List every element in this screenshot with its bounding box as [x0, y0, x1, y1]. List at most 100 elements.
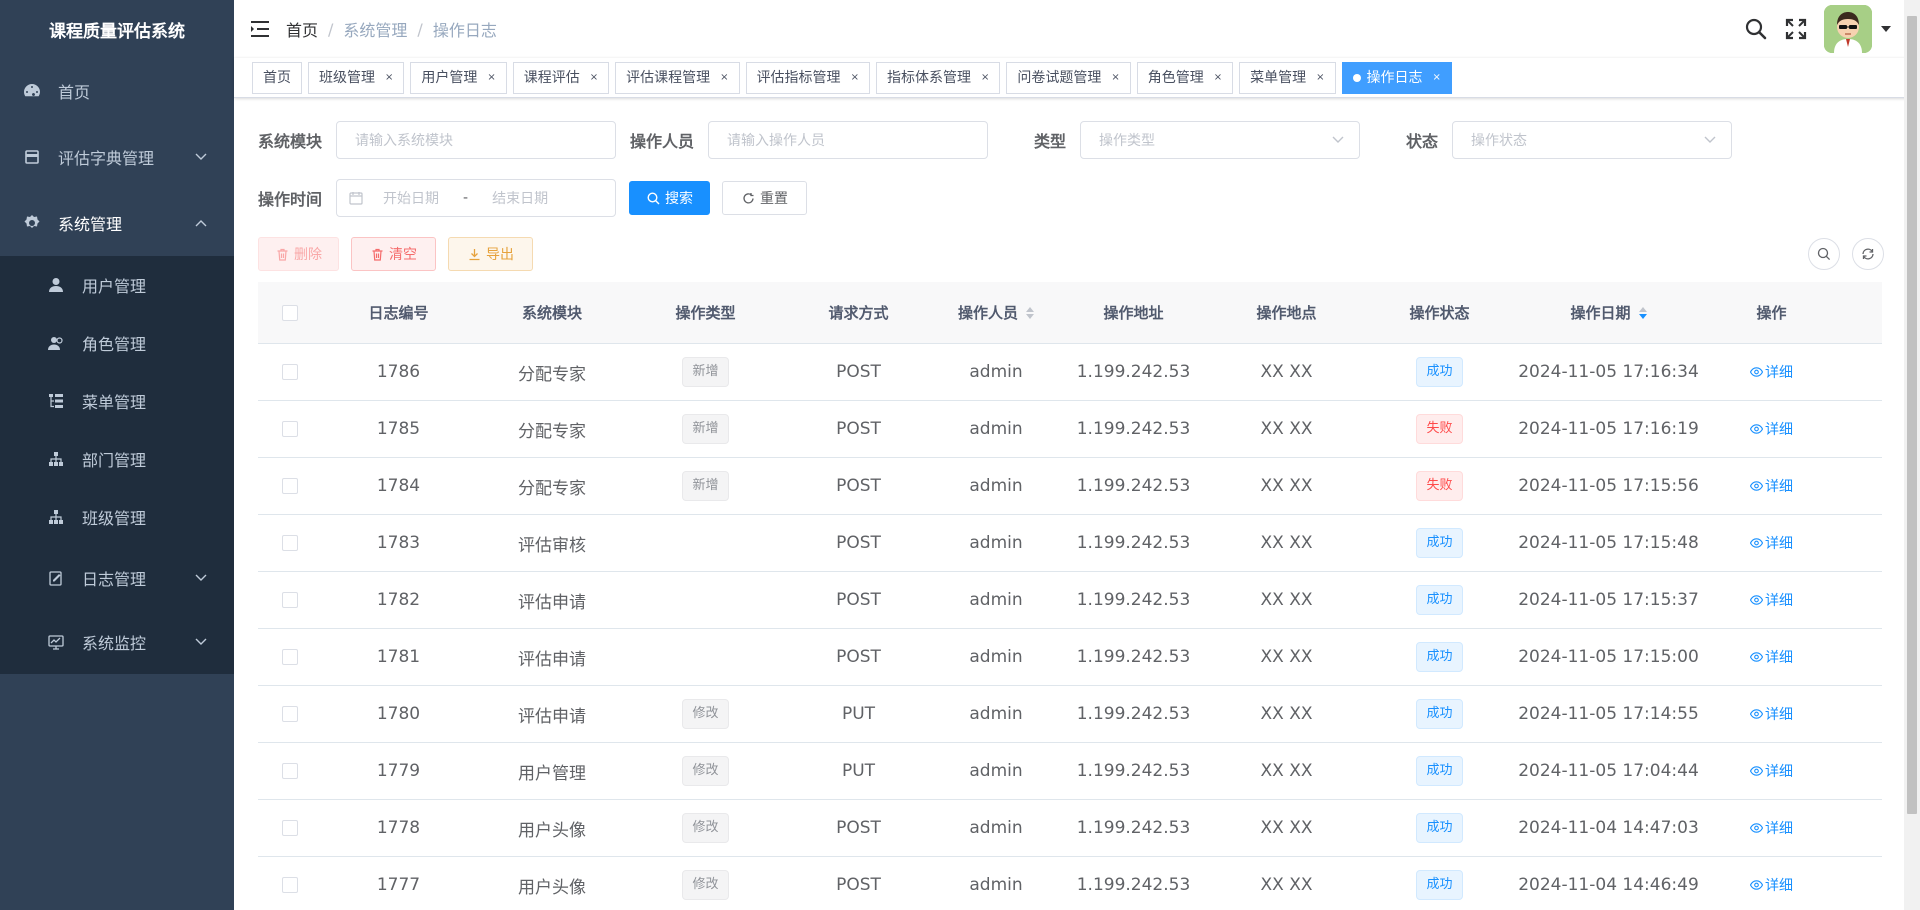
- sidebar-item-menus[interactable]: 菜单管理: [0, 372, 234, 430]
- sort-icon[interactable]: [1638, 306, 1647, 319]
- close-icon[interactable]: ×: [487, 63, 495, 93]
- table-row[interactable]: 1784 分配专家 新增 POST admin 1.199.242.53 XX XX 失败 20…: [258, 458, 1882, 515]
- detail-button[interactable]: 详细: [1750, 761, 1793, 781]
- close-icon[interactable]: ×: [1433, 63, 1441, 93]
- sidebar-item-logs[interactable]: 日志管理: [0, 546, 234, 610]
- tag-evaluation-course-management[interactable]: 评估课程管理 ×: [615, 61, 740, 94]
- table-row[interactable]: 1781 评估申请 POST admin 1.199.242.53 XX XX 成功 2024…: [258, 629, 1882, 686]
- tag-user-management[interactable]: 用户管理 ×: [410, 61, 507, 94]
- delete-button[interactable]: 删除: [258, 237, 339, 271]
- avatar[interactable]: [1824, 5, 1872, 53]
- row-checkbox[interactable]: [282, 649, 298, 665]
- sidebar-item-classes[interactable]: 班级管理: [0, 488, 234, 546]
- fullscreen-icon[interactable]: [1776, 0, 1816, 58]
- close-icon[interactable]: ×: [1111, 63, 1119, 93]
- table-row[interactable]: 1780 评估申请 修改 PUT admin 1.199.242.53 XX XX 成功 202…: [258, 686, 1882, 743]
- table-row[interactable]: 1785 分配专家 新增 POST admin 1.199.242.53 XX XX 失败 20…: [258, 401, 1882, 458]
- row-checkbox[interactable]: [282, 706, 298, 722]
- row-checkbox[interactable]: [282, 763, 298, 779]
- location: XX XX: [1260, 533, 1313, 553]
- tag-home[interactable]: 首页: [252, 61, 302, 94]
- tag-indicator-system-management[interactable]: 指标体系管理 ×: [875, 61, 1001, 94]
- status-cell: 成功: [1363, 572, 1516, 628]
- operator-input[interactable]: 请输入操作人员: [708, 121, 989, 159]
- table-row[interactable]: 1782 评估申请 POST admin 1.199.242.53 XX XX 成功 2024…: [258, 572, 1882, 629]
- close-icon[interactable]: ×: [720, 63, 728, 93]
- close-icon[interactable]: ×: [851, 63, 859, 93]
- row-checkbox[interactable]: [282, 820, 298, 836]
- page-scrollbar[interactable]: [1904, 0, 1920, 910]
- filter-operator: 操作人员 请输入操作人员: [630, 121, 989, 159]
- status-select[interactable]: 操作状态: [1452, 121, 1733, 159]
- sidebar-item-roles[interactable]: 角色管理: [0, 314, 234, 372]
- detail-button[interactable]: 详细: [1750, 533, 1793, 553]
- export-button[interactable]: 导出: [448, 237, 533, 271]
- tag-role-management[interactable]: 角色管理 ×: [1136, 61, 1234, 94]
- col-operator[interactable]: 操作人员: [935, 282, 1057, 343]
- tag-questionnaire-management[interactable]: 问卷试题管理 ×: [1006, 61, 1131, 94]
- row-checkbox[interactable]: [282, 592, 298, 608]
- sidebar-item-home[interactable]: 首页: [0, 58, 234, 124]
- row-checkbox[interactable]: [282, 877, 298, 893]
- detail-button[interactable]: 详细: [1750, 476, 1793, 496]
- toggle-search-button[interactable]: [1808, 238, 1840, 270]
- refresh-table-button[interactable]: [1852, 238, 1884, 270]
- detail-button[interactable]: 详细: [1750, 818, 1793, 838]
- tag-operation-log[interactable]: 操作日志 ×: [1341, 61, 1452, 94]
- sidebar-item-departments[interactable]: 部门管理: [0, 430, 234, 488]
- table-row[interactable]: 1786 分配专家 新增 POST admin 1.199.242.53 XX XX 成功 20…: [258, 344, 1882, 401]
- sidebar-item-system[interactable]: 系统管理: [0, 190, 234, 256]
- tag-course-evaluation[interactable]: 课程评估 ×: [512, 61, 610, 94]
- table-row[interactable]: 1779 用户管理 修改 PUT admin 1.199.242.53 XX XX 成功 202…: [258, 743, 1882, 800]
- sidebar-item-monitor[interactable]: 系统监控: [0, 610, 234, 674]
- detail-button[interactable]: 详细: [1750, 419, 1793, 439]
- tag-menu-management[interactable]: 菜单管理 ×: [1239, 61, 1336, 94]
- tag-class-management[interactable]: 班级管理 ×: [308, 61, 405, 94]
- close-icon[interactable]: ×: [1214, 63, 1222, 93]
- tag-indicator-management[interactable]: 评估指标管理 ×: [745, 61, 870, 94]
- chevron-down-icon: [194, 571, 208, 585]
- sidebar-item-users[interactable]: 用户管理: [0, 256, 234, 314]
- scrollbar-thumb[interactable]: [1907, 16, 1917, 814]
- table-row[interactable]: 1777 用户头像 修改 POST admin 1.199.242.53 XX XX 成功 20…: [258, 857, 1882, 910]
- sidebar-item-label: 评估字典管理: [58, 149, 155, 168]
- log-id: 1777: [376, 875, 421, 895]
- log-id: 1785: [376, 419, 421, 439]
- operator: admin: [969, 875, 1023, 895]
- table-row[interactable]: 1783 评估审核 POST admin 1.199.242.53 XX XX 成功 2024…: [258, 515, 1882, 572]
- module-input[interactable]: 请输入系统模块: [336, 121, 617, 159]
- end-date-placeholder[interactable]: 结束日期: [492, 188, 548, 208]
- close-icon[interactable]: ×: [1316, 63, 1324, 93]
- hamburger-icon[interactable]: [234, 0, 286, 58]
- caret-down-icon[interactable]: [1880, 23, 1892, 35]
- start-date-placeholder[interactable]: 开始日期: [383, 188, 439, 208]
- type-select[interactable]: 操作类型: [1080, 121, 1361, 159]
- sort-icon[interactable]: [1026, 306, 1034, 319]
- sidebar-item-dictionary[interactable]: 评估字典管理: [0, 124, 234, 190]
- select-all-checkbox[interactable]: [282, 304, 298, 321]
- search-icon[interactable]: [1736, 0, 1776, 58]
- detail-label: 详细: [1765, 650, 1793, 666]
- close-icon[interactable]: ×: [385, 63, 393, 93]
- col-date[interactable]: 操作日期: [1516, 282, 1701, 343]
- row-checkbox-cell: [258, 572, 322, 628]
- detail-button[interactable]: 详细: [1750, 647, 1793, 667]
- detail-button[interactable]: 详细: [1750, 362, 1793, 382]
- row-checkbox[interactable]: [282, 364, 298, 380]
- search-button[interactable]: 搜索: [629, 181, 710, 215]
- row-checkbox[interactable]: [282, 535, 298, 551]
- close-icon[interactable]: ×: [590, 63, 598, 93]
- row-checkbox[interactable]: [282, 478, 298, 494]
- row-checkbox[interactable]: [282, 421, 298, 437]
- breadcrumb-home[interactable]: 首页: [286, 17, 318, 41]
- detail-button[interactable]: 详细: [1750, 704, 1793, 724]
- date-range-picker[interactable]: 开始日期 - 结束日期: [336, 179, 617, 217]
- table-row[interactable]: 1778 用户头像 修改 POST admin 1.199.242.53 XX XX 成功 20…: [258, 800, 1882, 857]
- operation-type-cell: 修改: [629, 857, 782, 910]
- clear-button[interactable]: 清空: [351, 237, 436, 271]
- module: 用户管理: [518, 763, 586, 784]
- detail-button[interactable]: 详细: [1750, 875, 1793, 895]
- close-icon[interactable]: ×: [981, 63, 989, 93]
- detail-button[interactable]: 详细: [1750, 590, 1793, 610]
- reset-button[interactable]: 重置: [722, 181, 807, 215]
